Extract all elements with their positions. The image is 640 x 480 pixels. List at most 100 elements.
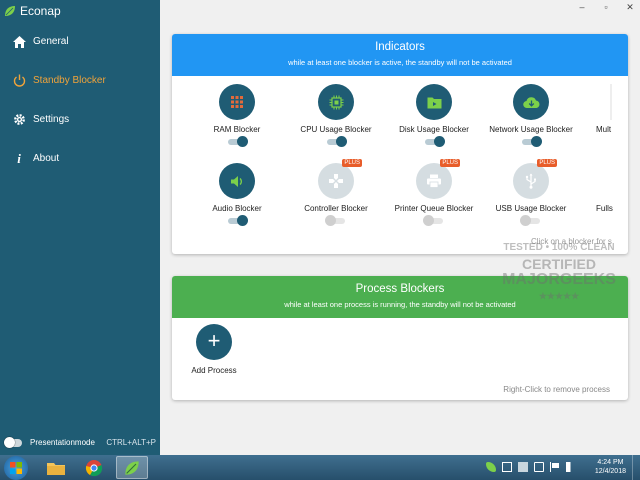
taskbar-chrome[interactable] [78, 456, 110, 479]
sidebar: Econap General Standby Blocker Settings [0, 0, 160, 455]
gamepad-icon: PLUS [318, 159, 362, 199]
sidebar-item-general[interactable]: General [0, 22, 160, 61]
sidebar-item-label: About [33, 153, 60, 164]
add-process: + Add Process [190, 324, 238, 375]
blocker-toggle[interactable] [425, 136, 445, 147]
close-button[interactable]: ✕ [624, 2, 636, 13]
sidebar-item-label: General [33, 36, 69, 47]
indicators-hint: Click on a blocker for s [531, 237, 612, 246]
indicators-subtitle: while at least one blocker is active, th… [288, 58, 512, 67]
blocker-toggle[interactable] [228, 215, 248, 226]
blocker-label: Fulls [596, 204, 613, 213]
presentation-mode-label: Presentationmode [30, 438, 95, 447]
speaker-icon [219, 163, 255, 199]
taskbar-clock[interactable]: 4:24 PM 12/4/2018 [595, 458, 626, 476]
blocker-label: Controller Blocker [304, 204, 368, 213]
blocker-label: Network Usage Blocker [489, 125, 573, 134]
folder-icon [47, 462, 65, 475]
add-process-label: Add Process [191, 366, 237, 375]
blocker-toggle[interactable] [520, 215, 540, 226]
cpu-icon [318, 84, 354, 120]
indicators-header: Indicators while at least one blocker is… [172, 34, 628, 76]
ram-icon [219, 84, 255, 120]
chrome-icon [85, 459, 103, 476]
usb-icon: PLUS [513, 159, 557, 199]
clock-time: 4:24 PM [597, 459, 624, 466]
blocker-toggle[interactable] [327, 136, 347, 147]
sidebar-item-label: Settings [33, 114, 70, 125]
sidebar-nav: General Standby Blocker Settings i About [0, 22, 160, 178]
flag-tray-icon[interactable] [550, 462, 560, 472]
volume-tray-icon[interactable] [566, 462, 576, 472]
process-card: Process Blockers while at least one proc… [172, 276, 628, 400]
add-process-button[interactable]: + [196, 324, 232, 360]
show-desktop-button[interactable] [632, 455, 640, 480]
leaf-tray-icon[interactable] [486, 462, 496, 472]
taskbar-econap[interactable] [116, 456, 148, 479]
sidebar-item-about[interactable]: i About [0, 139, 160, 178]
blocker-mult-cutoff [610, 84, 628, 120]
app-brand: Econap [4, 2, 61, 20]
plus-badge: PLUS [342, 159, 362, 167]
home-icon [11, 34, 27, 50]
presentation-shortcut: CTRL+ALT+P [106, 438, 156, 447]
keyboard-tray-icon[interactable] [518, 462, 528, 472]
gear-icon [11, 112, 27, 128]
blocker-disk[interactable]: Disk Usage Blocker [386, 84, 482, 147]
process-subtitle: while at least one process is running, t… [284, 300, 516, 309]
monitor-tray-icon[interactable] [502, 462, 512, 472]
blocker-audio[interactable]: Audio Blocker [189, 163, 285, 226]
sidebar-item-settings[interactable]: Settings [0, 100, 160, 139]
presentation-mode-toggle[interactable] [4, 436, 22, 448]
process-title: Process Blockers [355, 283, 445, 295]
plus-badge: PLUS [440, 159, 460, 167]
power-icon [11, 73, 27, 89]
app-title: Econap [20, 4, 61, 18]
blocker-printer[interactable]: PLUS Printer Queue Blocker [386, 159, 482, 226]
printer-icon: PLUS [416, 159, 460, 199]
blocker-fullscreen-cutoff [584, 163, 628, 199]
system-tray [486, 462, 576, 472]
blocker-toggle[interactable] [522, 136, 542, 147]
app-window: Econap General Standby Blocker Settings [0, 0, 640, 455]
blocker-toggle[interactable] [228, 136, 248, 147]
leaf-logo-icon [125, 460, 139, 475]
blocker-label: CPU Usage Blocker [300, 125, 372, 134]
sidebar-item-standby-blocker[interactable]: Standby Blocker [0, 61, 160, 100]
blocker-network[interactable]: Network Usage Blocker [483, 84, 579, 147]
blocker-fullscreen[interactable]: Fulls [584, 163, 628, 213]
leaf-logo-icon [5, 6, 15, 16]
taskbar: 4:24 PM 12/4/2018 [0, 455, 640, 480]
info-icon: i [17, 150, 21, 166]
blocker-toggle[interactable] [423, 215, 443, 226]
indicators-title: Indicators [375, 41, 425, 53]
remove-process-hint: Right-Click to remove process [503, 385, 610, 394]
blocker-label: RAM Blocker [213, 125, 261, 134]
plus-badge: PLUS [537, 159, 557, 167]
blocker-mult[interactable]: Mult [584, 84, 628, 134]
taskbar-explorer[interactable] [40, 456, 72, 479]
folder-icon [416, 84, 452, 120]
blocker-toggle[interactable] [325, 215, 345, 226]
windows-logo-icon [10, 462, 22, 474]
watermark-line: CERTIFIED [522, 256, 596, 272]
blocker-usb[interactable]: PLUS USB Usage Blocker [483, 159, 579, 226]
presentation-mode: Presentationmode CTRL+ALT+P [4, 436, 160, 448]
minimize-button[interactable]: – [576, 2, 588, 13]
indicators-card: Indicators while at least one blocker is… [172, 34, 628, 254]
blocker-label: Printer Queue Blocker [394, 204, 474, 213]
network-tray-icon[interactable] [534, 462, 544, 472]
blocker-label: Audio Blocker [212, 204, 262, 213]
clock-date: 12/4/2018 [594, 468, 626, 475]
blocker-controller[interactable]: PLUS Controller Blocker [288, 159, 384, 226]
start-button[interactable] [4, 456, 28, 480]
blocker-grid: RAM Blocker CPU Usage Blocker Disk Usage… [172, 76, 628, 252]
blocker-label: Disk Usage Blocker [399, 125, 469, 134]
maximize-button[interactable]: ▫ [600, 2, 612, 13]
process-header: Process Blockers while at least one proc… [172, 276, 628, 318]
sidebar-item-label: Standby Blocker [33, 75, 106, 86]
blocker-label: Mult [596, 125, 612, 134]
window-controls: – ▫ ✕ [576, 2, 636, 13]
blocker-cpu[interactable]: CPU Usage Blocker [288, 84, 384, 147]
blocker-ram[interactable]: RAM Blocker [189, 84, 285, 147]
